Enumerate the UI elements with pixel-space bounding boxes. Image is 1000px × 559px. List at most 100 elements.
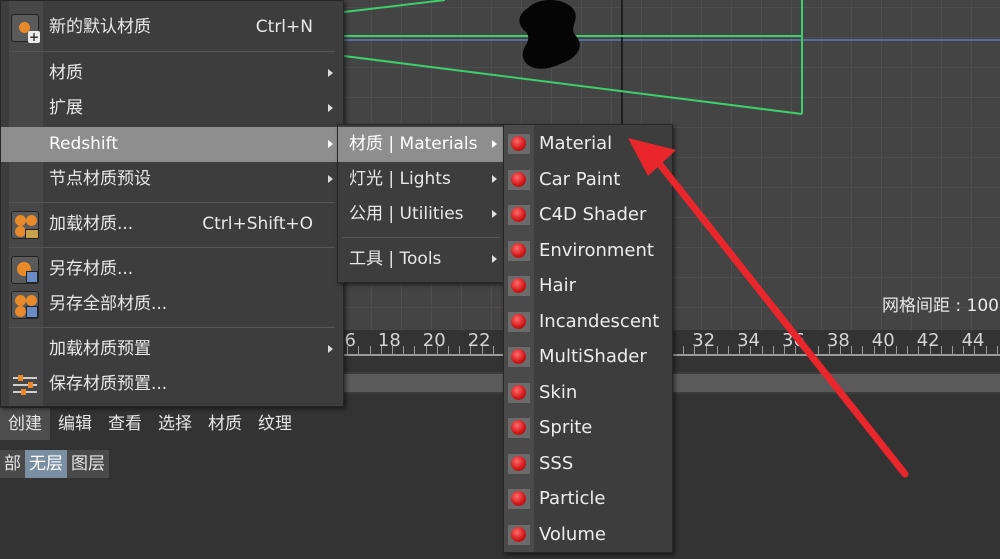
timeline-minor-tick (370, 346, 371, 354)
redshift-material-icon (508, 524, 530, 545)
layer-tab-no-layer[interactable]: 无层 (25, 450, 67, 478)
menu-material[interactable]: 材质 (200, 408, 250, 440)
timeline-minor-tick (470, 346, 471, 354)
menu-view[interactable]: 查看 (100, 408, 150, 440)
timeline-tick-label: 38 (826, 330, 850, 351)
submenu-item-tools[interactable]: 工具 | Tools (338, 242, 504, 277)
layer-tab-layers[interactable]: 图层 (67, 450, 109, 478)
menu-item-save-material-presets[interactable]: 保存材质预置... (1, 367, 343, 402)
material-item-sss[interactable]: SSS (504, 446, 672, 482)
material-item-multishader[interactable]: MultiShader (504, 339, 672, 375)
redshift-material-icon (508, 453, 530, 474)
menu-separator (9, 327, 335, 328)
timeline-minor-tick (907, 346, 908, 354)
material-item-label: SSS (539, 452, 574, 474)
save-preset-icon (13, 374, 37, 396)
submenu-item-utilities[interactable]: 公用 | Utilities (338, 197, 504, 232)
redshift-material-icon (508, 382, 530, 403)
menu-separator (9, 247, 335, 248)
material-item-particle[interactable]: Particle (504, 481, 672, 517)
submenu-arrow-icon (492, 255, 497, 263)
material-item-label: C4D Shader (539, 204, 647, 225)
timeline-minor-tick (874, 346, 875, 354)
material-item-volume[interactable]: Volume (504, 517, 672, 553)
redshift-material-icon (508, 311, 530, 332)
layer-tab-all[interactable]: 部 (0, 450, 25, 478)
timeline-tick-label: 22 (467, 330, 491, 351)
timeline-minor-tick (482, 346, 483, 354)
submenu-arrow-icon (492, 140, 497, 148)
submenu-arrow-icon (328, 345, 333, 353)
material-item-label: Environment (539, 239, 654, 261)
material-item-label: Skin (539, 381, 578, 403)
timeline-minor-tick (930, 346, 931, 354)
menu-item-new-default-material[interactable]: + 新的默认材质 Ctrl+N (1, 10, 343, 45)
load-material-icon (11, 211, 39, 239)
material-item-sprite[interactable]: Sprite (504, 410, 672, 446)
timeline-minor-tick (347, 346, 348, 354)
material-item-environment[interactable]: Environment (504, 233, 672, 269)
menu-item-materials[interactable]: 材质 (1, 56, 343, 91)
material-item-c4d-shader[interactable]: C4D Shader (504, 197, 672, 233)
timeline-minor-tick (862, 346, 863, 354)
menu-select[interactable]: 选择 (150, 408, 200, 440)
material-item-skin[interactable]: Skin (504, 375, 672, 411)
menu-item-load-material-presets[interactable]: 加载材质预置 (1, 332, 343, 367)
material-item-label: Volume (539, 523, 606, 545)
timeline-minor-tick (806, 346, 807, 354)
menu-item-redshift[interactable]: Redshift (1, 127, 343, 162)
timeline-minor-tick (426, 346, 427, 354)
submenu-item-materials[interactable]: 材质 | Materials (338, 127, 504, 162)
timeline-minor-tick (840, 346, 841, 354)
timeline-minor-tick (941, 346, 942, 354)
scribble-mark (519, 0, 580, 69)
timeline-minor-tick (414, 346, 415, 354)
material-item-material[interactable]: Material (504, 126, 672, 162)
menu-item-load-material[interactable]: 加载材质... Ctrl+Shift+O (1, 207, 343, 242)
redshift-material-icon (508, 134, 530, 154)
menu-texture[interactable]: 纹理 (250, 408, 300, 440)
timeline-minor-tick (437, 346, 438, 354)
timeline-minor-tick (750, 346, 751, 354)
menu-item-node-material-presets[interactable]: 节点材质预设 (1, 162, 343, 197)
timeline-minor-tick (493, 346, 494, 354)
timeline-minor-tick (728, 346, 729, 354)
timeline-minor-tick (829, 346, 830, 354)
menu-item-save-all-materials-as[interactable]: 另存全部材质... (1, 287, 343, 322)
timeline-minor-tick (773, 346, 774, 354)
submenu-arrow-icon (328, 175, 333, 183)
material-item-incandescent[interactable]: Incandescent (504, 304, 672, 340)
timeline-tick-label: 36 (782, 330, 805, 351)
menu-item-label: 新的默认材质 (49, 17, 151, 37)
timeline-minor-tick (963, 346, 964, 354)
material-item-label: Car Paint (539, 168, 621, 190)
redshift-material-icon (508, 489, 530, 509)
menu-item-extensions[interactable]: 扩展 (1, 91, 343, 126)
submenu-arrow-icon (492, 210, 497, 218)
timeline-minor-tick (784, 346, 785, 354)
timeline-minor-tick (381, 346, 382, 354)
redshift-material-icon (508, 418, 530, 438)
wireframe-edge (343, 0, 446, 13)
menu-item-save-material-as[interactable]: 另存材质... (1, 252, 343, 287)
material-item-hair[interactable]: Hair (504, 268, 672, 304)
timeline-minor-tick (706, 346, 707, 354)
material-menu-bar: 创建 编辑 查看 选择 材质 纹理 (0, 408, 300, 440)
material-item-label: Sprite (539, 417, 593, 438)
menu-item-label: 扩展 (49, 98, 83, 118)
layer-filter-tabs: 部 无层 图层 (0, 450, 109, 478)
timeline-tick-label: 42 (916, 330, 940, 351)
menu-create[interactable]: 创建 (0, 408, 50, 440)
timeline-minor-tick (694, 346, 695, 354)
redshift-material-icon (508, 205, 530, 225)
material-item-car-paint[interactable]: Car Paint (504, 162, 672, 198)
menu-item-label: 另存全部材质... (49, 294, 168, 314)
menu-edit[interactable]: 编辑 (50, 408, 100, 440)
timeline-tick-label: 40 (871, 330, 895, 351)
menu-item-label: 材质 (49, 63, 83, 83)
timeline-minor-tick (739, 346, 740, 354)
timeline-minor-tick (795, 346, 796, 354)
menu-item-shortcut: Ctrl+N (255, 17, 313, 37)
material-item-label: Incandescent (539, 310, 660, 332)
submenu-item-lights[interactable]: 灯光 | Lights (338, 162, 504, 197)
